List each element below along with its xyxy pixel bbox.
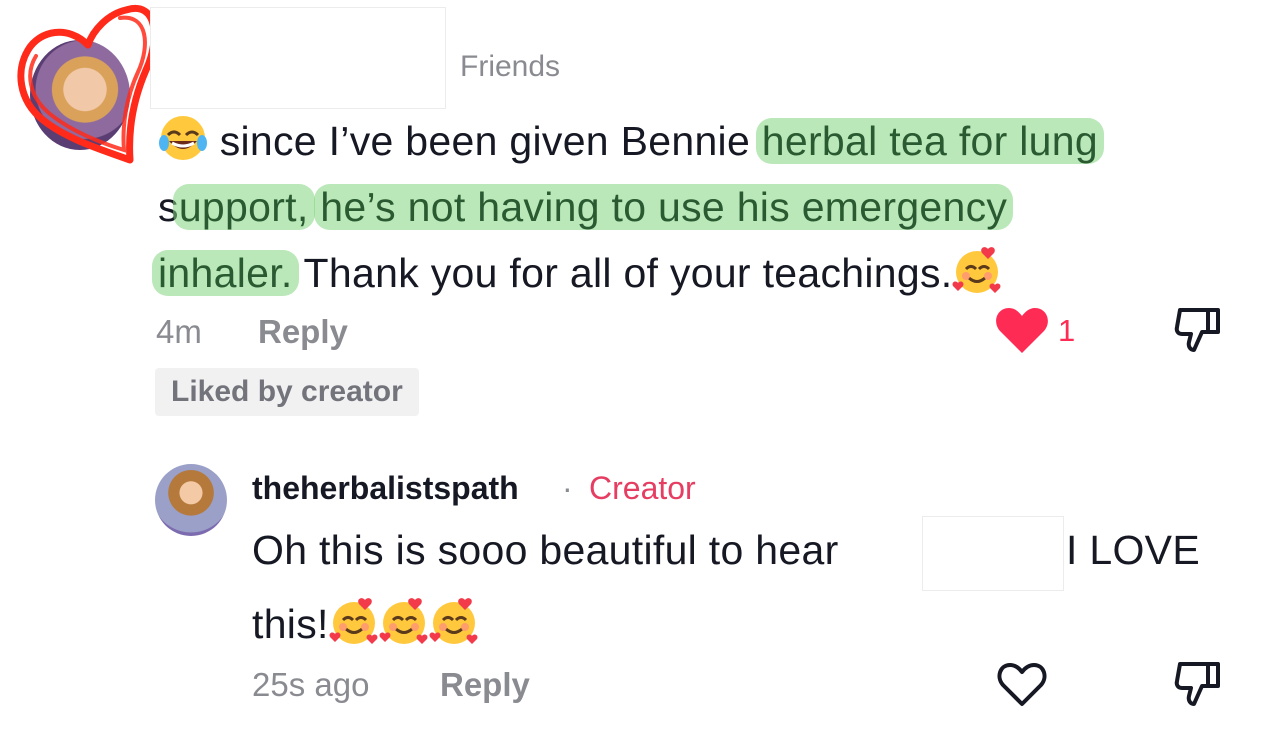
reply-author-name[interactable]: theherbalistspath — [252, 470, 519, 507]
comment-thread: Friends since I’ve been given Bennie her… — [0, 0, 1268, 748]
reply-button[interactable]: Reply — [258, 313, 348, 351]
reply-text-line-1-end: I LOVE — [1066, 527, 1200, 573]
creator-badge: Creator — [589, 470, 696, 506]
red-heart-scribble-annotation — [17, 4, 158, 164]
comment-text: since I’ve been given Bennie herbal tea … — [152, 108, 1248, 306]
comment-line-3: inhaler. Thank you for all of your teach… — [152, 240, 1248, 306]
smiling-face-with-hearts-emoji — [329, 596, 379, 646]
dislike-icon[interactable] — [1172, 658, 1224, 708]
heart-filled-icon[interactable] — [994, 305, 1050, 355]
redacted-text — [922, 516, 1064, 591]
friends-label: Friends — [460, 50, 561, 83]
separator-dot: · — [562, 470, 573, 506]
like-count: 1 — [1058, 313, 1076, 348]
liked-by-creator-badge: Liked by creator — [155, 368, 419, 416]
highlight-3: he’s not having to use his emergency — [314, 184, 1014, 230]
highlight-1: herbal tea for lung — [755, 118, 1104, 164]
smiling-face-with-hearts-emoji — [952, 245, 1002, 295]
creator-avatar[interactable] — [155, 464, 227, 536]
smiling-face-with-hearts-emoji — [379, 596, 429, 646]
heart-outline-icon[interactable] — [996, 660, 1048, 708]
highlight-4: inhaler. — [152, 250, 299, 296]
reply-text-line-2: this! — [252, 596, 479, 648]
highlight-2: upport, — [172, 184, 315, 230]
dislike-icon[interactable] — [1172, 304, 1224, 354]
redacted-username — [150, 7, 446, 109]
reply-text-line-1: Oh this is sooo beautiful to hear — [252, 527, 839, 573]
reply-timestamp: 25s ago — [252, 666, 370, 703]
laughing-tears-emoji — [158, 113, 208, 163]
smiling-face-with-hearts-emoji — [429, 596, 479, 646]
comment-line-1: since I’ve been given Bennie herbal tea … — [158, 108, 1248, 174]
comment-timestamp: 4m — [156, 313, 202, 350]
reply-button[interactable]: Reply — [440, 666, 530, 704]
comment-line-2: support, he’s not having to use his emer… — [158, 174, 1248, 240]
